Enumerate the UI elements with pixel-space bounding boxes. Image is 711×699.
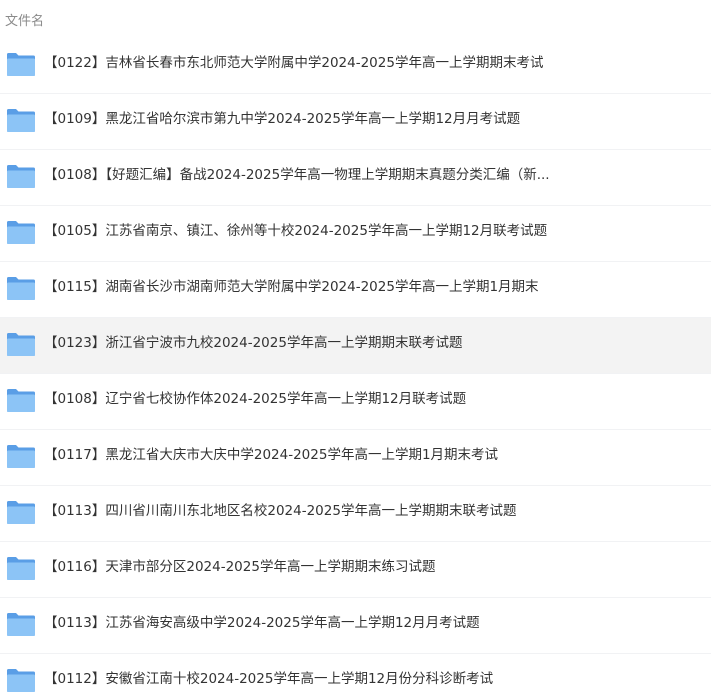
file-name[interactable]: 【0122】吉林省长春市东北师范大学附属中学2024-2025学年高一上学期期末… xyxy=(44,38,543,88)
file-row[interactable]: 【0117】黑龙江省大庆市大庆中学2024-2025学年高一上学期1月期末考试 xyxy=(0,430,711,486)
folder-icon xyxy=(7,445,35,468)
file-name[interactable]: 【0116】天津市部分区2024-2025学年高一上学期期末练习试题 xyxy=(44,542,435,592)
file-name[interactable]: 【0108】辽宁省七校协作体2024-2025学年高一上学期12月联考试题 xyxy=(44,374,466,424)
file-row[interactable]: 【0109】黑龙江省哈尔滨市第九中学2024-2025学年高一上学期12月月考试… xyxy=(0,94,711,150)
folder-icon xyxy=(7,669,35,692)
file-name[interactable]: 【0108】【好题汇编】备战2024-2025学年高一物理上学期期末真题分类汇编… xyxy=(44,150,550,200)
file-name[interactable]: 【0113】江苏省海安高级中学2024-2025学年高一上学期12月月考试题 xyxy=(44,598,480,648)
folder-icon xyxy=(7,333,35,356)
file-row[interactable]: 【0113】四川省川南川东北地区名校2024-2025学年高一上学期期末联考试题 xyxy=(0,486,711,542)
folder-icon xyxy=(7,277,35,300)
file-row[interactable]: 【0112】安徽省江南十校2024-2025学年高一上学期12月份分科诊断考试 xyxy=(0,654,711,699)
file-name[interactable]: 【0123】浙江省宁波市九校2024-2025学年高一上学期期末联考试题 xyxy=(44,318,462,368)
folder-icon xyxy=(7,389,35,412)
file-list: 【0122】吉林省长春市东北师范大学附属中学2024-2025学年高一上学期期末… xyxy=(0,38,711,699)
file-row[interactable]: 【0108】【好题汇编】备战2024-2025学年高一物理上学期期末真题分类汇编… xyxy=(0,150,711,206)
folder-icon xyxy=(7,109,35,132)
column-header-filename[interactable]: 文件名 xyxy=(0,0,711,38)
file-name[interactable]: 【0117】黑龙江省大庆市大庆中学2024-2025学年高一上学期1月期末考试 xyxy=(44,430,498,480)
file-row-hovered[interactable]: 【0123】浙江省宁波市九校2024-2025学年高一上学期期末联考试题 xyxy=(0,318,711,374)
folder-icon xyxy=(7,53,35,76)
folder-icon xyxy=(7,501,35,524)
file-name[interactable]: 【0105】江苏省南京、镇江、徐州等十校2024-2025学年高一上学期12月联… xyxy=(44,206,547,256)
folder-icon xyxy=(7,165,35,188)
file-row[interactable]: 【0122】吉林省长春市东北师范大学附属中学2024-2025学年高一上学期期末… xyxy=(0,38,711,94)
file-name[interactable]: 【0113】四川省川南川东北地区名校2024-2025学年高一上学期期末联考试题 xyxy=(44,486,516,536)
file-name[interactable]: 【0112】安徽省江南十校2024-2025学年高一上学期12月份分科诊断考试 xyxy=(44,654,493,699)
folder-icon xyxy=(7,557,35,580)
folder-icon xyxy=(7,613,35,636)
file-row[interactable]: 【0108】辽宁省七校协作体2024-2025学年高一上学期12月联考试题 xyxy=(0,374,711,430)
folder-icon xyxy=(7,221,35,244)
file-name[interactable]: 【0109】黑龙江省哈尔滨市第九中学2024-2025学年高一上学期12月月考试… xyxy=(44,94,520,144)
file-row[interactable]: 【0113】江苏省海安高级中学2024-2025学年高一上学期12月月考试题 xyxy=(0,598,711,654)
file-row[interactable]: 【0105】江苏省南京、镇江、徐州等十校2024-2025学年高一上学期12月联… xyxy=(0,206,711,262)
file-name[interactable]: 【0115】湖南省长沙市湖南师范大学附属中学2024-2025学年高一上学期1月… xyxy=(44,262,539,312)
file-row[interactable]: 【0115】湖南省长沙市湖南师范大学附属中学2024-2025学年高一上学期1月… xyxy=(0,262,711,318)
file-row[interactable]: 【0116】天津市部分区2024-2025学年高一上学期期末练习试题 xyxy=(0,542,711,598)
